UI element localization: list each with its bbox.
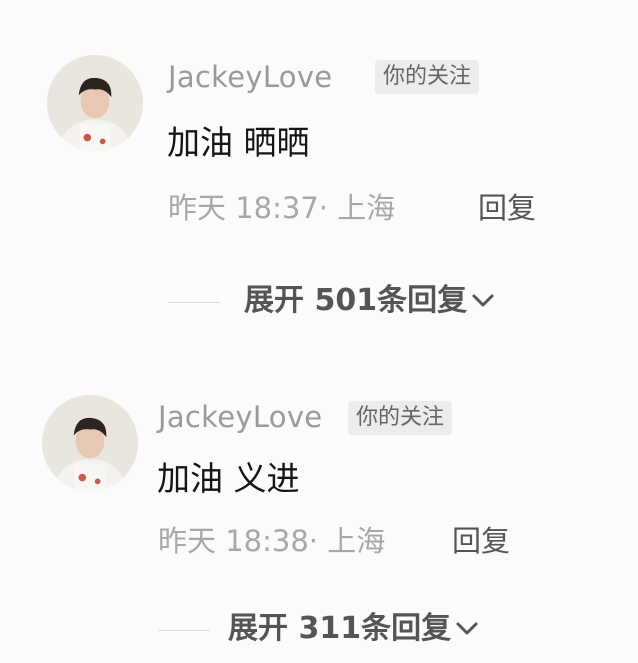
comment-meta: 昨天 18:37· 上海: [168, 191, 396, 225]
expand-replies-button[interactable]: 展开 501条回复: [244, 286, 495, 316]
expand-replies-label: 展开 501条回复: [244, 283, 468, 318]
follow-badge: 你的关注: [348, 401, 453, 436]
expand-divider: [168, 302, 220, 303]
comment-meta: 昨天 18:38· 上海: [158, 524, 386, 558]
expand-divider: [158, 630, 210, 631]
comment-text: 加油 义进: [157, 459, 300, 498]
reply-button[interactable]: 回复: [478, 194, 536, 223]
avatar[interactable]: [47, 55, 143, 151]
avatar[interactable]: [42, 395, 138, 491]
username[interactable]: JackeyLove: [168, 63, 332, 92]
avatar-photo: [47, 55, 143, 151]
chevron-down-icon: [472, 294, 494, 307]
username[interactable]: JackeyLove: [158, 403, 322, 432]
comment-text: 加油 晒晒: [167, 123, 310, 162]
expand-replies-button[interactable]: 展开 311条回复: [228, 614, 479, 644]
chevron-down-icon: [456, 622, 478, 635]
reply-button[interactable]: 回复: [452, 527, 510, 556]
expand-replies-label: 展开 311条回复: [228, 611, 452, 646]
avatar-photo: [42, 395, 138, 491]
follow-badge: 你的关注: [375, 60, 480, 95]
